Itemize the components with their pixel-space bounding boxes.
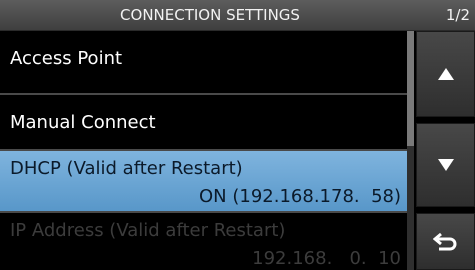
back-button[interactable] [416,213,475,270]
scrollbar-thumb[interactable] [407,31,414,146]
page-title: CONNECTION SETTINGS [120,6,300,24]
list-item-label: IP Address (Valid after Restart) [10,220,286,241]
list-item-dhcp[interactable]: DHCP (Valid after Restart) ON (192.168.1… [0,151,407,211]
list-item-ip-address[interactable]: IP Address (Valid after Restart) 192.168… [0,213,407,270]
list-item-label: Manual Connect [10,112,156,133]
list-item-value: 192.168. 0. 10 [252,248,401,269]
triangle-up-icon [437,68,454,80]
list-item-access-point[interactable]: Access Point [0,31,407,93]
page-indicator: 1/2 [445,6,470,24]
scroll-down-button[interactable] [416,123,475,207]
list-item-label: Access Point [10,48,123,69]
list-item-manual-connect[interactable]: Manual Connect [0,95,407,157]
scroll-up-button[interactable] [416,31,475,117]
return-arrow-icon [432,232,456,250]
triangle-down-icon [437,159,454,171]
list-item-value: ON (192.168.178. 58) [199,186,401,207]
settings-list: Access Point Manual Connect DHCP (Valid … [0,31,414,270]
list-item-label: DHCP (Valid after Restart) [10,158,243,179]
title-bar: CONNECTION SETTINGS 1/2 [0,0,475,31]
